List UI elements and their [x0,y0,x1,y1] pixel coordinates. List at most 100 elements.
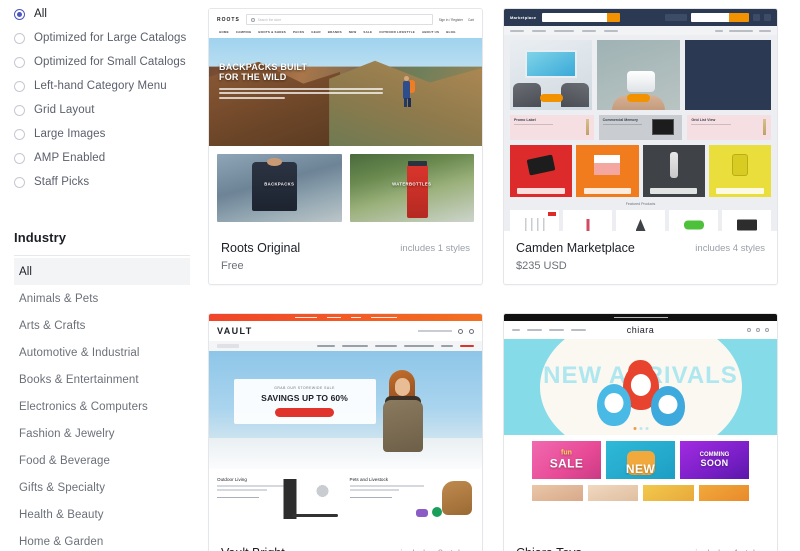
industry-item-fashion-jewelry[interactable]: Fashion & Jewelry [14,420,190,447]
chiara-tile-coming-soon[interactable]: COMMING SOON [680,441,749,479]
account-icon [756,328,760,332]
chiara-tile-big-text: NEW [625,462,656,477]
theme-card-meta: Roots Original Free includes 1 styles [209,231,482,284]
camden-promo-row: Promo Label Commercial Memory Grid List … [510,115,772,140]
vault-section-outdoor-living[interactable]: Outdoor Living [217,477,342,525]
camden-product-card[interactable] [563,210,612,231]
roots-nav-item: OUTDOOR LIFESTYLE [379,30,415,34]
industry-item-electronics-computers[interactable]: Electronics & Computers [14,393,190,420]
chiara-tile-text: NEW [626,462,655,476]
cart-icon [753,14,760,21]
vault-hero-title: SAVINGS UP TO 60% [261,393,348,404]
camden-nav [504,26,777,35]
filter-option-optimized-small-catalogs[interactable]: Optimized for Small Catalogs [14,50,190,74]
camden-login-panel[interactable] [684,40,772,110]
industry-item-automotive-industrial[interactable]: Automotive & Industrial [14,339,190,366]
roots-footer-strip [209,230,482,231]
chiara-logo: chiara [626,325,655,335]
camden-promo-tile-2[interactable]: Commercial Memory [598,115,683,140]
roots-tile-backpacks[interactable]: BACKPACKS [217,154,342,222]
theme-preview-image[interactable]: Marketplace Promo Label Commercial Memor… [504,9,777,231]
theme-card-chiara-toys[interactable]: chiara NEW ARRIVALS fun SALE NEW COMMING… [503,313,778,551]
theme-card-roots-original[interactable]: ROOTS Search the store Sign in / Registe… [208,8,483,285]
theme-price: Free [221,260,244,272]
radio-icon[interactable] [14,56,25,68]
industry-item-home-garden[interactable]: Home & Garden [14,528,190,551]
camden-product-card[interactable] [616,210,665,231]
radio-icon[interactable] [14,8,25,20]
radio-icon[interactable] [14,128,25,140]
industry-item-all[interactable]: All [14,258,190,285]
camden-logo: Marketplace [510,15,537,20]
camden-product-card[interactable] [510,210,559,231]
search-icon [250,17,255,22]
carousel-dots[interactable] [633,427,648,430]
filter-label: Grid Layout [34,104,95,116]
roots-tile-waterbottles[interactable]: WATERBOTTLES [349,154,474,222]
industry-item-health-beauty[interactable]: Health & Beauty [14,501,190,528]
camden-promo-tile-1[interactable]: Promo Label [510,115,594,140]
toy-illustration [595,360,687,426]
industry-item-gifts-specialty[interactable]: Gifts & Specialty [14,474,190,501]
camden-promo-tv[interactable] [510,40,593,110]
camden-product-card[interactable] [722,210,771,231]
theme-preview-image[interactable]: chiara NEW ARRIVALS fun SALE NEW COMMING… [504,314,777,536]
chiara-hero-banner: NEW ARRIVALS [504,339,777,435]
theme-grid-area: ROOTS Search the store Sign in / Registe… [200,0,800,551]
chiara-bottom-image[interactable] [698,485,749,501]
roots-nav-item: GEAR [311,30,321,34]
roots-header-actions: Sign in / Register Cart [439,18,474,22]
chiara-storefront-header: chiara [504,321,777,339]
camden-color-tile-orange[interactable] [576,145,639,197]
radio-icon[interactable] [14,32,25,44]
filter-option-left-hand-category-menu[interactable]: Left-hand Category Menu [14,74,190,98]
filter-option-large-images[interactable]: Large Images [14,122,190,146]
chiara-bottom-image[interactable] [643,485,694,501]
camden-color-tiles [510,145,771,197]
theme-card-info: Camden Marketplace $235 USD [516,241,635,272]
camden-product-card[interactable] [669,210,718,231]
camden-color-tile-red[interactable] [510,145,573,197]
theme-card-vault-bright[interactable]: VAULT GRAB OUR STOREWIDE SALE SAVINGS UP… [208,313,483,551]
theme-card-camden-marketplace[interactable]: Marketplace Promo Label Commercial Memor… [503,8,778,285]
chiara-bottom-image[interactable] [587,485,638,501]
vault-logo: VAULT [217,326,253,336]
radio-icon[interactable] [14,176,25,188]
filter-option-amp-enabled[interactable]: AMP Enabled [14,146,190,170]
camden-promo-speaker[interactable] [597,40,680,110]
chiara-tile-sale[interactable]: fun SALE [532,441,601,479]
filter-option-grid-layout[interactable]: Grid Layout [14,98,190,122]
camden-promo-title: Grid List View [691,118,716,122]
filter-option-optimized-large-catalogs[interactable]: Optimized for Large Catalogs [14,26,190,50]
camden-color-tile-dark[interactable] [642,145,705,197]
industry-item-books-entertainment[interactable]: Books & Entertainment [14,366,190,393]
vault-hero-banner: GRAB OUR STOREWIDE SALE SAVINGS UP TO 60… [209,351,482,469]
radio-icon[interactable] [14,80,25,92]
radio-icon[interactable] [14,152,25,164]
vault-cta-button[interactable] [274,408,335,418]
roots-tile-label: BACKPACKS [264,181,295,187]
filter-option-staff-picks[interactable]: Staff Picks [14,170,190,194]
camden-search-field [542,13,621,22]
chiara-tile-new[interactable]: NEW [606,441,675,479]
theme-preview-image[interactable]: VAULT GRAB OUR STOREWIDE SALE SAVINGS UP… [209,314,482,536]
vault-section-pets-livestock[interactable]: Pets and Livestock [349,477,475,525]
camden-color-tile-yellow[interactable] [708,145,771,197]
roots-nav-item: BRANDS [327,30,342,34]
filters-sidebar: All Optimized for Large Catalogs Optimiz… [0,0,200,551]
chiara-bottom-image[interactable] [532,485,583,501]
vault-hero-eyebrow: GRAB OUR STOREWIDE SALE [274,386,335,391]
industry-item-arts-crafts[interactable]: Arts & Crafts [14,312,190,339]
theme-name: Chiara Toys [516,546,582,551]
camden-promo-tile-3[interactable]: Grid List View [687,115,772,140]
chiara-tile-text: fun SALE [550,450,584,471]
roots-hero-text: BACKPACKS BUILT FOR THE WILD [219,62,383,101]
industry-item-animals-pets[interactable]: Animals & Pets [14,285,190,312]
roots-hero-subtext [219,87,383,99]
roots-nav-item: ABOUT US [421,30,440,34]
industry-item-food-beverage[interactable]: Food & Beverage [14,447,190,474]
filter-label: Optimized for Small Catalogs [34,56,186,68]
radio-icon[interactable] [14,104,25,116]
filter-option-all[interactable]: All [14,2,190,26]
theme-preview-image[interactable]: ROOTS Search the store Sign in / Registe… [209,9,482,231]
